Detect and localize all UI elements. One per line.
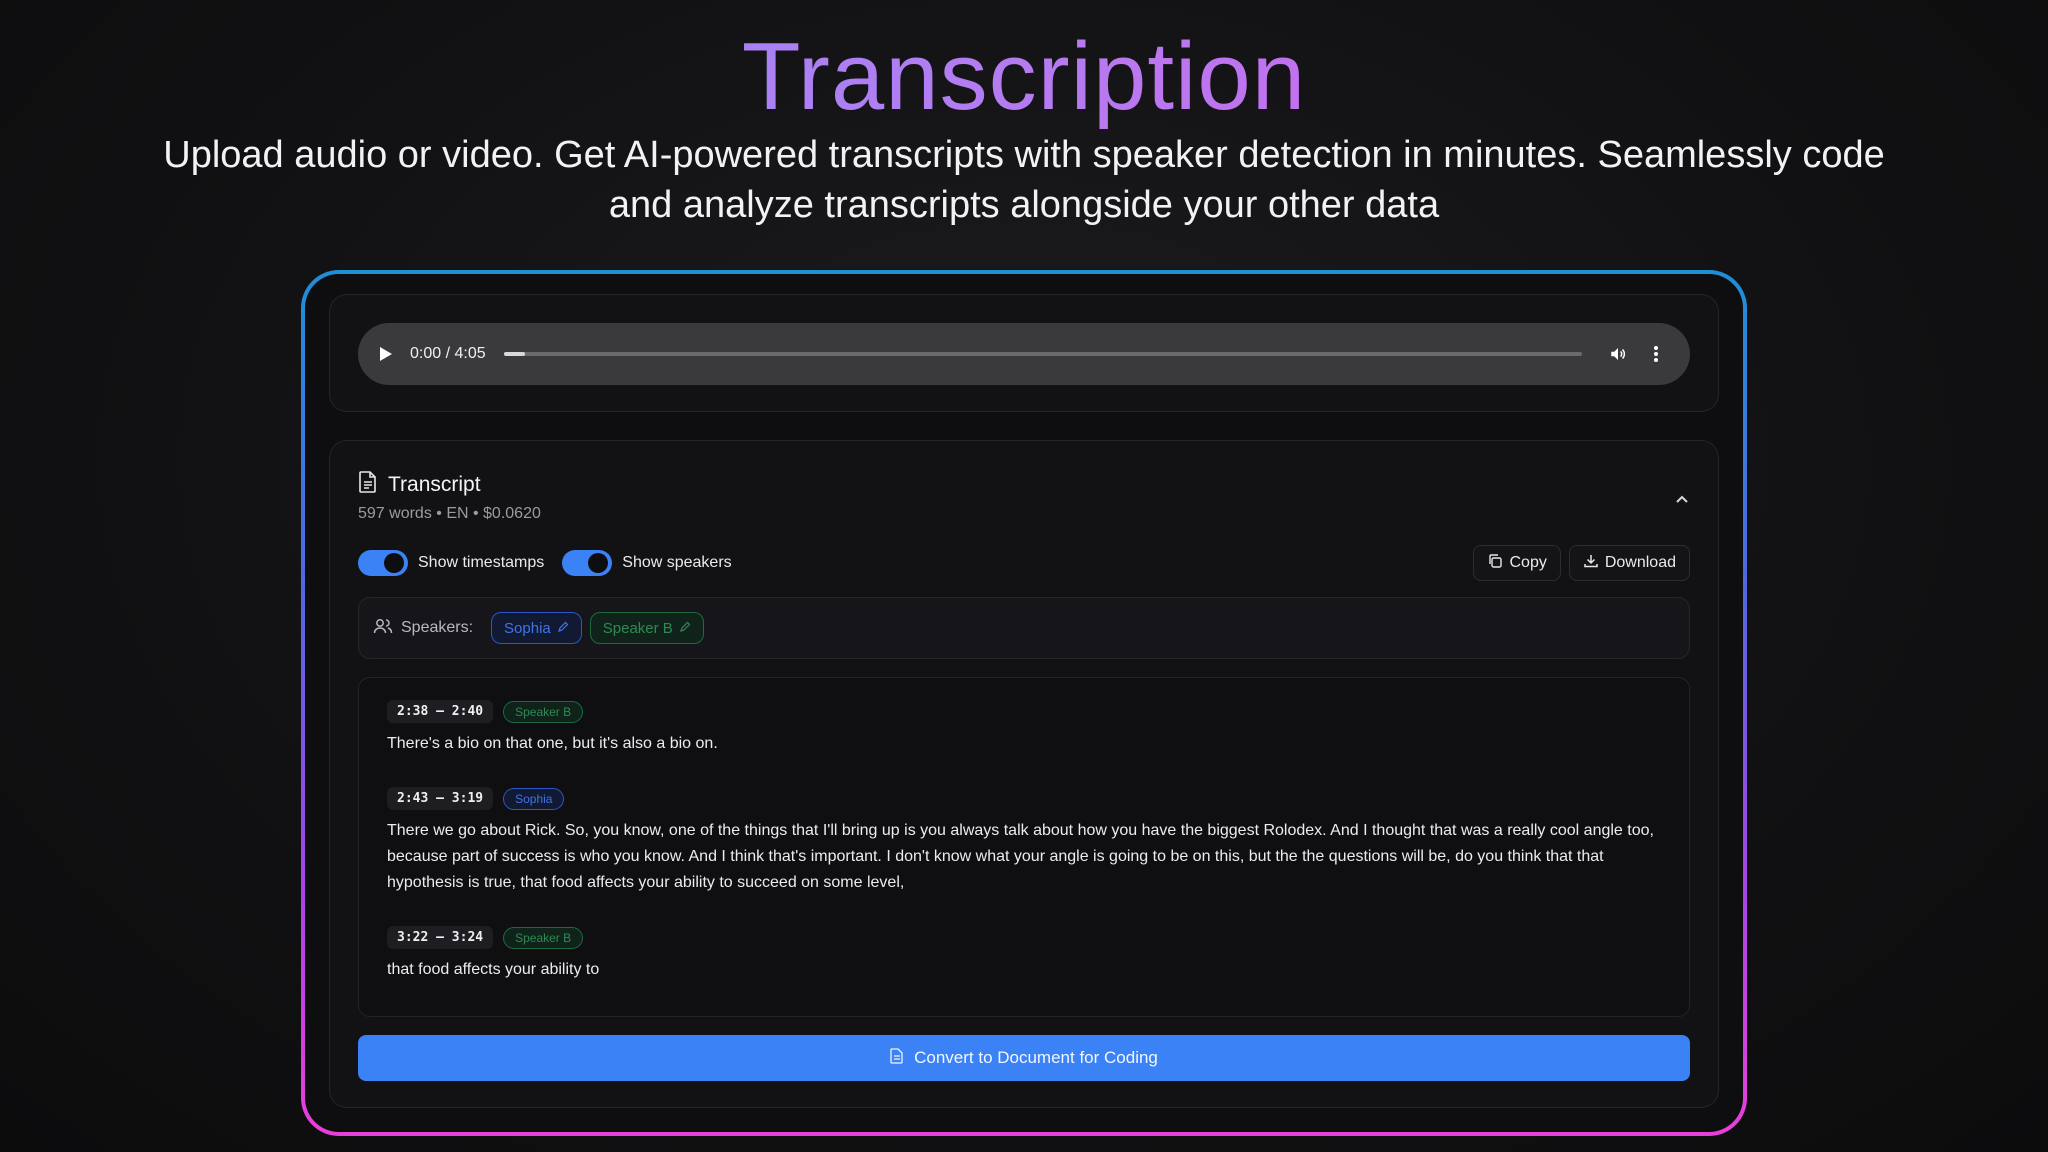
page-subtitle: Upload audio or video. Get AI-powered tr… bbox=[163, 134, 1885, 226]
transcript-segments: 2:38 – 2:40 Speaker B There's a bio on t… bbox=[358, 677, 1690, 1017]
demo-frame: 0:00 / 4:05 Transcript 597 words • EN • … bbox=[301, 270, 1747, 1136]
transcript-header: Transcript bbox=[358, 471, 481, 498]
pencil-icon[interactable] bbox=[679, 620, 691, 637]
segment-speaker-tag: Speaker B bbox=[503, 926, 584, 949]
copy-button[interactable]: Copy bbox=[1473, 545, 1561, 581]
speakers-toggle-label: Show speakers bbox=[622, 554, 732, 571]
demo-frame-inner: 0:00 / 4:05 Transcript 597 words • EN • … bbox=[305, 274, 1743, 1132]
transcript-segment: 3:22 – 3:24 Speaker B that food affects … bbox=[387, 926, 1661, 983]
speakers-label: Speakers: bbox=[401, 619, 474, 636]
download-button[interactable]: Download bbox=[1568, 545, 1690, 581]
download-icon bbox=[1583, 553, 1599, 574]
convert-button-label: Convert to Document for Coding bbox=[914, 1048, 1158, 1067]
transcript-title: Transcript bbox=[388, 472, 481, 496]
speaker-chip-label: Speaker B bbox=[602, 619, 673, 637]
segment-speaker-tag: Sophia bbox=[503, 787, 565, 810]
audio-player-card: 0:00 / 4:05 bbox=[329, 294, 1719, 412]
speaker-chip-speaker-b[interactable]: Speaker B bbox=[589, 612, 704, 644]
more-vertical-icon[interactable] bbox=[1644, 342, 1668, 366]
segment-text: There we go about Rick. So, you know, on… bbox=[387, 822, 1654, 891]
seek-bar-progress bbox=[503, 352, 526, 356]
users-icon bbox=[373, 617, 393, 640]
segment-timestamp: 3:22 – 3:24 bbox=[387, 926, 494, 949]
play-icon[interactable] bbox=[380, 347, 392, 361]
copy-icon bbox=[1487, 553, 1503, 574]
segment-timestamp: 2:38 – 2:40 bbox=[387, 700, 494, 723]
volume-icon[interactable] bbox=[1606, 342, 1630, 366]
pencil-icon[interactable] bbox=[557, 620, 569, 637]
timestamps-toggle-label: Show timestamps bbox=[418, 554, 545, 571]
audio-player: 0:00 / 4:05 bbox=[358, 323, 1690, 385]
chevron-up-icon[interactable] bbox=[1668, 485, 1696, 513]
transcript-card: Transcript 597 words • EN • $0.0620 Show… bbox=[329, 440, 1719, 1108]
transcript-segment: 2:43 – 3:19 Sophia There we go about Ric… bbox=[387, 787, 1661, 896]
segment-timestamp: 2:43 – 3:19 bbox=[387, 787, 494, 810]
speakers-bar: Speakers: Sophia Speaker B bbox=[358, 597, 1690, 659]
player-time: 0:00 / 4:05 bbox=[410, 345, 486, 362]
transcript-controls: Show timestamps Show speakers Copy Downl… bbox=[358, 545, 1690, 581]
transcript-segment: 2:38 – 2:40 Speaker B There's a bio on t… bbox=[387, 700, 1661, 757]
speaker-chip-label: Sophia bbox=[504, 619, 551, 637]
segment-text: that food affects your ability to bbox=[387, 961, 600, 978]
timestamps-toggle[interactable] bbox=[358, 550, 408, 576]
copy-button-label: Copy bbox=[1509, 554, 1547, 571]
page-title: Transcription bbox=[0, 22, 2048, 132]
convert-to-document-button[interactable]: Convert to Document for Coding bbox=[358, 1035, 1690, 1081]
transcript-meta: 597 words • EN • $0.0620 bbox=[358, 505, 541, 522]
document-icon bbox=[890, 1047, 904, 1069]
segment-text: There's a bio on that one, but it's also… bbox=[387, 735, 718, 752]
document-icon bbox=[358, 471, 378, 498]
segment-speaker-tag: Speaker B bbox=[503, 700, 584, 723]
seek-bar[interactable] bbox=[503, 352, 1582, 356]
speakers-toggle[interactable] bbox=[562, 550, 613, 576]
download-button-label: Download bbox=[1604, 554, 1676, 571]
speaker-chip-sophia[interactable]: Sophia bbox=[491, 612, 582, 644]
